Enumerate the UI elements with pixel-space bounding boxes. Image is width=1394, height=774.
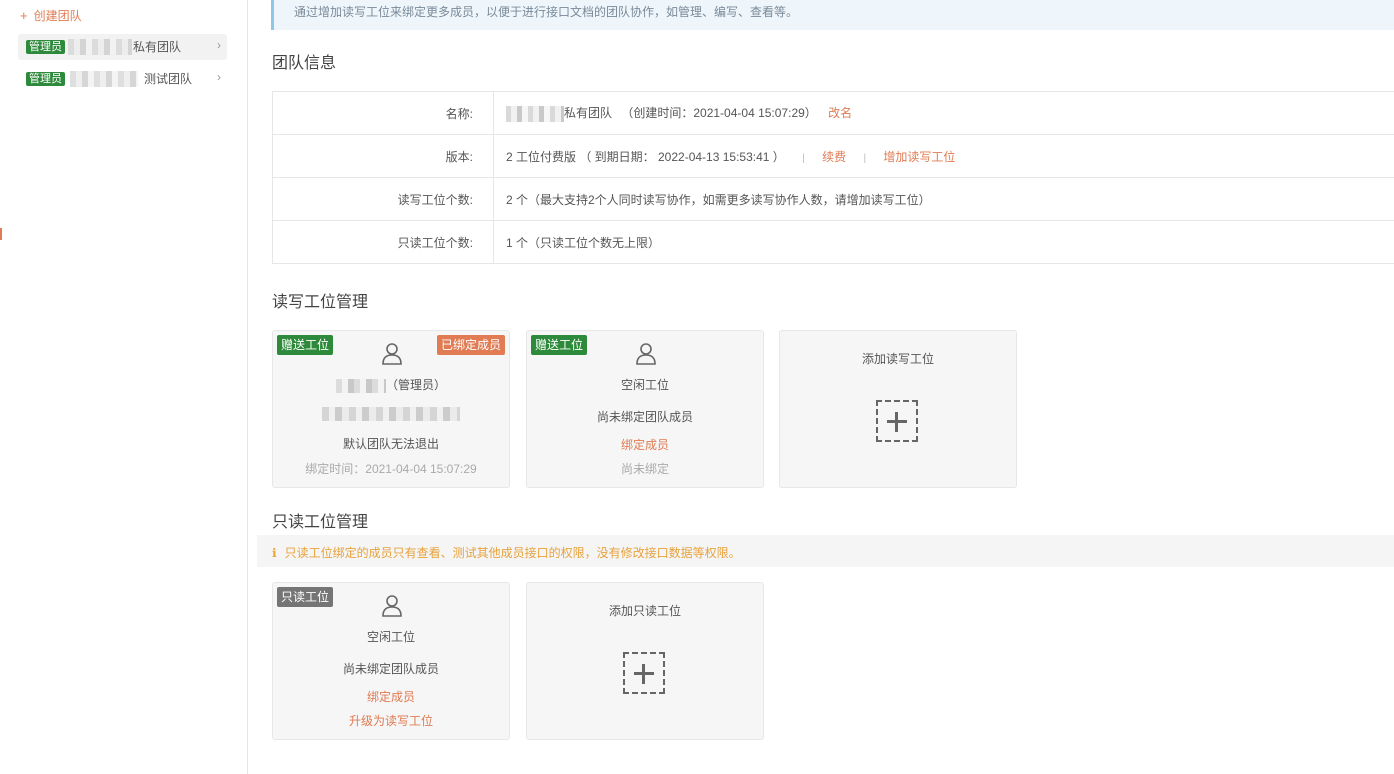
redacted-text	[506, 105, 564, 122]
seat-status: 尚未绑定	[620, 462, 669, 476]
table-row: 只读工位个数: 1 个（只读工位个数无上限）	[272, 220, 1394, 264]
admin-badge: 管理员	[26, 40, 65, 54]
redacted-text	[68, 39, 132, 55]
notice-text: 通过增加读写工位来绑定更多成员，以便于进行接口文档的团队协作，如管理、编写、查看…	[294, 5, 799, 19]
ro-count-value: 1 个（只读工位个数无上限）	[493, 220, 1394, 264]
user-icon	[636, 343, 656, 365]
ro-section-title: 只读工位管理	[272, 514, 369, 531]
warning-notice: ℹ 只读工位绑定的成员只有查看、测试其他成员接口的权限，没有修改接口数据等权限。	[257, 535, 1394, 567]
seat-desc: 尚未绑定团队成员	[342, 662, 439, 676]
plus-icon: +	[20, 8, 28, 23]
created-time: （创建时间：2021-04-04 15:07:29）	[621, 106, 817, 121]
rw-count-value: 2 个（最大支持2个人同时读写协作，如需更多读写协作人数，请增加读写工位）	[493, 177, 1394, 221]
redacted-text	[335, 378, 386, 393]
gift-seat-tag: 赠送工位	[277, 335, 334, 355]
rw-section-title: 读写工位管理	[272, 294, 369, 311]
row-label: 只读工位个数:	[272, 220, 494, 264]
team-info-title: 团队信息	[272, 55, 337, 72]
member-role: （管理员）	[385, 378, 446, 392]
rw-seat-card: 赠送工位 空闲工位 尚未绑定团队成员 绑定成员 尚未绑定	[526, 330, 764, 488]
rw-seat-card: 赠送工位 已绑定成员 （管理员） 默认团队无法退出 绑定时间：2021-04-0…	[272, 330, 510, 488]
renew-link[interactable]: 续费	[822, 150, 846, 164]
version-value: 2 工位付费版 （ 到期日期： 2022-04-13 15:53:41 ）	[506, 149, 785, 164]
chevron-right-icon: ›	[217, 38, 221, 52]
sidebar-team-item[interactable]: 管理员 私有团队 ›	[18, 34, 227, 60]
row-label: 版本:	[272, 134, 494, 178]
sidebar: + 创建团队 管理员 私有团队 › 管理员 测试团队 ›	[0, 0, 248, 774]
sidebar-team-item[interactable]: 管理员 测试团队 ›	[18, 66, 227, 92]
seat-title: 空闲工位	[620, 378, 669, 392]
info-notice: 通过增加读写工位来绑定更多成员，以便于进行接口文档的团队协作，如管理、编写、查看…	[271, 0, 1394, 30]
divider: |	[863, 152, 867, 164]
bind-member-link[interactable]: 绑定成员	[527, 436, 763, 453]
chevron-right-icon: ›	[217, 70, 221, 84]
ro-seat-card: 只读工位 空闲工位 尚未绑定团队成员 绑定成员 升级为读写工位	[272, 582, 510, 740]
row-label: 名称:	[272, 91, 494, 135]
admin-badge: 管理员	[26, 72, 65, 86]
add-ro-seat-label: 添加只读工位	[608, 604, 681, 618]
team-info-table: 名称: 私有团队 （创建时间：2021-04-04 15:07:29） 改名 版…	[272, 91, 1394, 264]
bound-time: 绑定时间：2021-04-04 15:07:29	[305, 462, 477, 476]
readonly-seat-tag: 只读工位	[277, 587, 334, 607]
main-content: 通过增加读写工位来绑定更多成员，以便于进行接口文档的团队协作，如管理、编写、查看…	[257, 0, 1394, 774]
table-row: 版本: 2 工位付费版 （ 到期日期： 2022-04-13 15:53:41 …	[272, 134, 1394, 178]
info-icon: ℹ	[272, 546, 277, 560]
add-box-icon	[876, 400, 918, 442]
team-name: 私有团队	[133, 40, 182, 54]
team-name: 测试团队	[144, 72, 193, 86]
divider: |	[802, 152, 805, 164]
row-label: 读写工位个数:	[272, 177, 494, 221]
table-row: 读写工位个数: 2 个（最大支持2个人同时读写协作，如需更多读写协作人数，请增加…	[272, 177, 1394, 221]
create-team-button[interactable]: + 创建团队	[20, 8, 82, 24]
add-box-icon	[623, 652, 665, 694]
warning-text: 只读工位绑定的成员只有查看、测试其他成员接口的权限，没有修改接口数据等权限。	[284, 546, 741, 560]
seat-title: 空闲工位	[366, 630, 415, 644]
table-row: 名称: 私有团队 （创建时间：2021-04-04 15:07:29） 改名	[272, 91, 1394, 135]
bound-status-tag: 已绑定成员	[436, 335, 505, 355]
gift-seat-tag: 赠送工位	[531, 335, 588, 355]
add-rw-seat-link[interactable]: 增加读写工位	[883, 150, 955, 164]
add-rw-seat-card[interactable]: 添加读写工位	[779, 330, 1017, 488]
team-name-value: 私有团队	[564, 106, 613, 121]
create-team-label: 创建团队	[33, 9, 82, 23]
add-ro-seat-card[interactable]: 添加只读工位	[526, 582, 764, 740]
redacted-text	[322, 407, 460, 421]
rename-link[interactable]: 改名	[828, 106, 852, 120]
redacted-text	[70, 71, 138, 87]
user-icon	[382, 343, 402, 365]
seat-desc: 尚未绑定团队成员	[596, 410, 693, 424]
upgrade-seat-link[interactable]: 升级为读写工位	[273, 712, 509, 729]
card-note: 默认团队无法退出	[342, 437, 439, 451]
sidebar-marker	[0, 228, 2, 240]
user-icon	[382, 595, 402, 617]
add-rw-seat-label: 添加读写工位	[861, 352, 934, 366]
bind-member-link[interactable]: 绑定成员	[273, 688, 509, 705]
